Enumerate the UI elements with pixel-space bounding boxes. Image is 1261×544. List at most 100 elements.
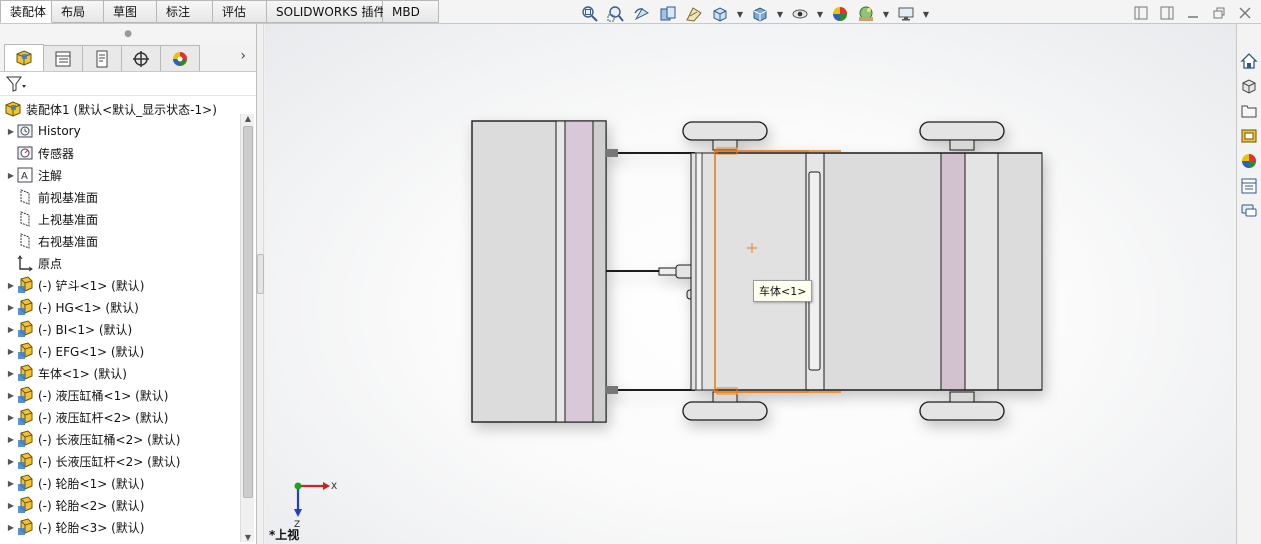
scroll-down-icon[interactable]: ▼	[243, 533, 253, 542]
tree-item[interactable]: ▶ 车体<1> (默认)	[0, 362, 240, 384]
expand-arrow-icon[interactable]: ▶	[6, 325, 16, 334]
expand-arrow-icon[interactable]: ▶	[6, 369, 16, 378]
expand-arrow-icon[interactable]: ▶	[6, 347, 16, 356]
chevron-down-icon[interactable]: ▼	[882, 10, 890, 19]
display-style-icon[interactable]	[750, 5, 770, 23]
tree-item[interactable]: ▶ (-) 液压缸桶<1> (默认)	[0, 384, 240, 406]
wheel-front-top[interactable]	[682, 121, 768, 151]
annotation-icon: A	[16, 166, 34, 184]
dynamic-annotation-icon[interactable]	[684, 5, 704, 23]
tree-filter[interactable]	[0, 72, 256, 96]
chevron-right-icon[interactable]: ›	[240, 48, 246, 64]
bucket-part[interactable]	[471, 120, 607, 423]
previous-view-icon[interactable]	[632, 5, 652, 23]
view-settings-icon[interactable]	[896, 5, 916, 23]
tree-item[interactable]: ▶ (-) 轮胎<2> (默认)	[0, 494, 240, 516]
tree-item[interactable]: ▶ A 注解	[0, 164, 240, 186]
tab-layout[interactable]: 布局	[52, 0, 104, 23]
panel-grip[interactable]: ●	[0, 24, 256, 44]
property-manager-tab[interactable]	[43, 45, 83, 71]
minimize-icon[interactable]	[1185, 5, 1201, 21]
chevron-down-icon[interactable]: ▼	[736, 10, 744, 19]
restore-icon[interactable]	[1211, 5, 1227, 21]
tab-solidworks-addins[interactable]: SOLIDWORKS 插件	[267, 0, 385, 23]
tree-item-label: (-) 液压缸桶<1> (默认)	[38, 388, 169, 403]
zoom-to-area-icon[interactable]	[606, 5, 626, 23]
chevron-down-icon[interactable]: ▼	[922, 10, 930, 19]
configuration-manager-tab[interactable]	[82, 45, 122, 71]
display-manager-tab[interactable]	[160, 45, 200, 71]
graphics-area[interactable]: 车体<1> X Z *上视	[265, 24, 1236, 544]
expand-arrow-icon[interactable]: ▶	[6, 523, 16, 532]
tree-item[interactable]: ▶ (-) 长液压缸桶<2> (默认)	[0, 428, 240, 450]
tree-item[interactable]: ▶ (-) HG<1> (默认)	[0, 296, 240, 318]
tree-item[interactable]: ▶ (-) EFG<1> (默认)	[0, 340, 240, 362]
filter-icon[interactable]	[6, 76, 28, 92]
scroll-up-icon[interactable]: ▲	[243, 114, 253, 123]
featuremanager-tab[interactable]	[4, 44, 44, 71]
tree-item[interactable]: ▶ (-) 液压缸杆<2> (默认)	[0, 406, 240, 428]
zoom-to-fit-icon[interactable]	[580, 5, 600, 23]
tab-assembly[interactable]: 装配体	[0, 0, 52, 23]
edit-appearance-icon[interactable]	[830, 5, 850, 23]
expand-arrow-icon[interactable]: ▶	[6, 303, 16, 312]
design-library-icon[interactable]	[1238, 75, 1260, 97]
view-palette-icon[interactable]	[1238, 125, 1260, 147]
assembly-model[interactable]	[265, 24, 1236, 544]
tree-item[interactable]: ▶ (-) 铲斗<1> (默认)	[0, 274, 240, 296]
wheel-rear-bottom[interactable]	[919, 391, 1005, 421]
dimxpert-manager-tab[interactable]	[121, 45, 161, 71]
custom-properties-icon[interactable]	[1238, 175, 1260, 197]
solidworks-resources-icon[interactable]	[1238, 50, 1260, 72]
expand-arrow-icon[interactable]: ▶	[6, 391, 16, 400]
task-pane	[1236, 24, 1261, 544]
tab-sketch[interactable]: 草图	[104, 0, 157, 23]
tree-item[interactable]: ▶ (-) BI<1> (默认)	[0, 318, 240, 340]
tile-left-icon[interactable]	[1133, 5, 1149, 21]
tree-item[interactable]: ▶ History	[0, 120, 240, 142]
tree-root-assembly[interactable]: 装配体1 (默认<默认_显示状态-1>)	[0, 98, 240, 120]
tree-item[interactable]: ▶ (-) 轮胎<1> (默认)	[0, 472, 240, 494]
part-icon	[16, 298, 34, 316]
tree-item[interactable]: ▶ (-) 长液压缸杆<2> (默认)	[0, 450, 240, 472]
tree-item[interactable]: 右视基准面	[0, 230, 240, 252]
svg-text:A: A	[21, 171, 28, 182]
panel-splitter[interactable]	[257, 24, 264, 544]
tree-item[interactable]: 传感器	[0, 142, 240, 164]
wheel-rear-top[interactable]	[919, 121, 1005, 151]
expand-arrow-icon[interactable]: ▶	[6, 479, 16, 488]
tree-item[interactable]: ▶ (-) 轮胎<3> (默认)	[0, 516, 240, 538]
expand-arrow-icon[interactable]: ▶	[6, 435, 16, 444]
part-icon	[16, 408, 34, 426]
section-view-icon[interactable]	[658, 5, 678, 23]
close-icon[interactable]	[1237, 5, 1253, 21]
tab-evaluate[interactable]: 评估	[213, 0, 267, 23]
wheel-front-bottom[interactable]	[682, 391, 768, 421]
expand-arrow-icon[interactable]: ▶	[6, 413, 16, 422]
tree-item[interactable]: 原点	[0, 252, 240, 274]
forum-icon[interactable]	[1238, 200, 1260, 222]
scrollbar-thumb[interactable]	[243, 126, 253, 498]
file-explorer-icon[interactable]	[1238, 100, 1260, 122]
hide-show-items-icon[interactable]	[790, 5, 810, 23]
expand-arrow-icon[interactable]: ▶	[6, 281, 16, 290]
tab-mbd[interactable]: MBD	[383, 0, 439, 23]
expand-arrow-icon[interactable]: ▶	[6, 127, 16, 136]
chevron-down-icon[interactable]: ▼	[776, 10, 784, 19]
view-orientation-icon[interactable]	[710, 5, 730, 23]
expand-arrow-icon[interactable]: ▶	[6, 501, 16, 510]
expand-arrow-icon[interactable]: ▶	[6, 457, 16, 466]
chevron-down-icon[interactable]: ▼	[816, 10, 824, 19]
feature-manager-panel: ● › 装配体1 (默认<默认_显示状态-1>) ▶ History 传感器 ▶ A 注解前…	[0, 24, 257, 544]
heads-up-view-toolbar: ▼ ▼ ▼ ▼ ▼	[580, 4, 930, 24]
feature-tree-scrollbar[interactable]: ▲ ▼	[240, 114, 254, 542]
tree-item[interactable]: 前视基准面	[0, 186, 240, 208]
splitter-handle[interactable]	[257, 254, 264, 294]
appearances-scenes-icon[interactable]	[1238, 150, 1260, 172]
tree-item[interactable]: 上视基准面	[0, 208, 240, 230]
tile-right-icon[interactable]	[1159, 5, 1175, 21]
tab-markup[interactable]: 标注	[157, 0, 213, 23]
apply-scene-icon[interactable]	[856, 5, 876, 23]
chassis-part[interactable]	[690, 150, 1043, 393]
expand-arrow-icon[interactable]: ▶	[6, 171, 16, 180]
